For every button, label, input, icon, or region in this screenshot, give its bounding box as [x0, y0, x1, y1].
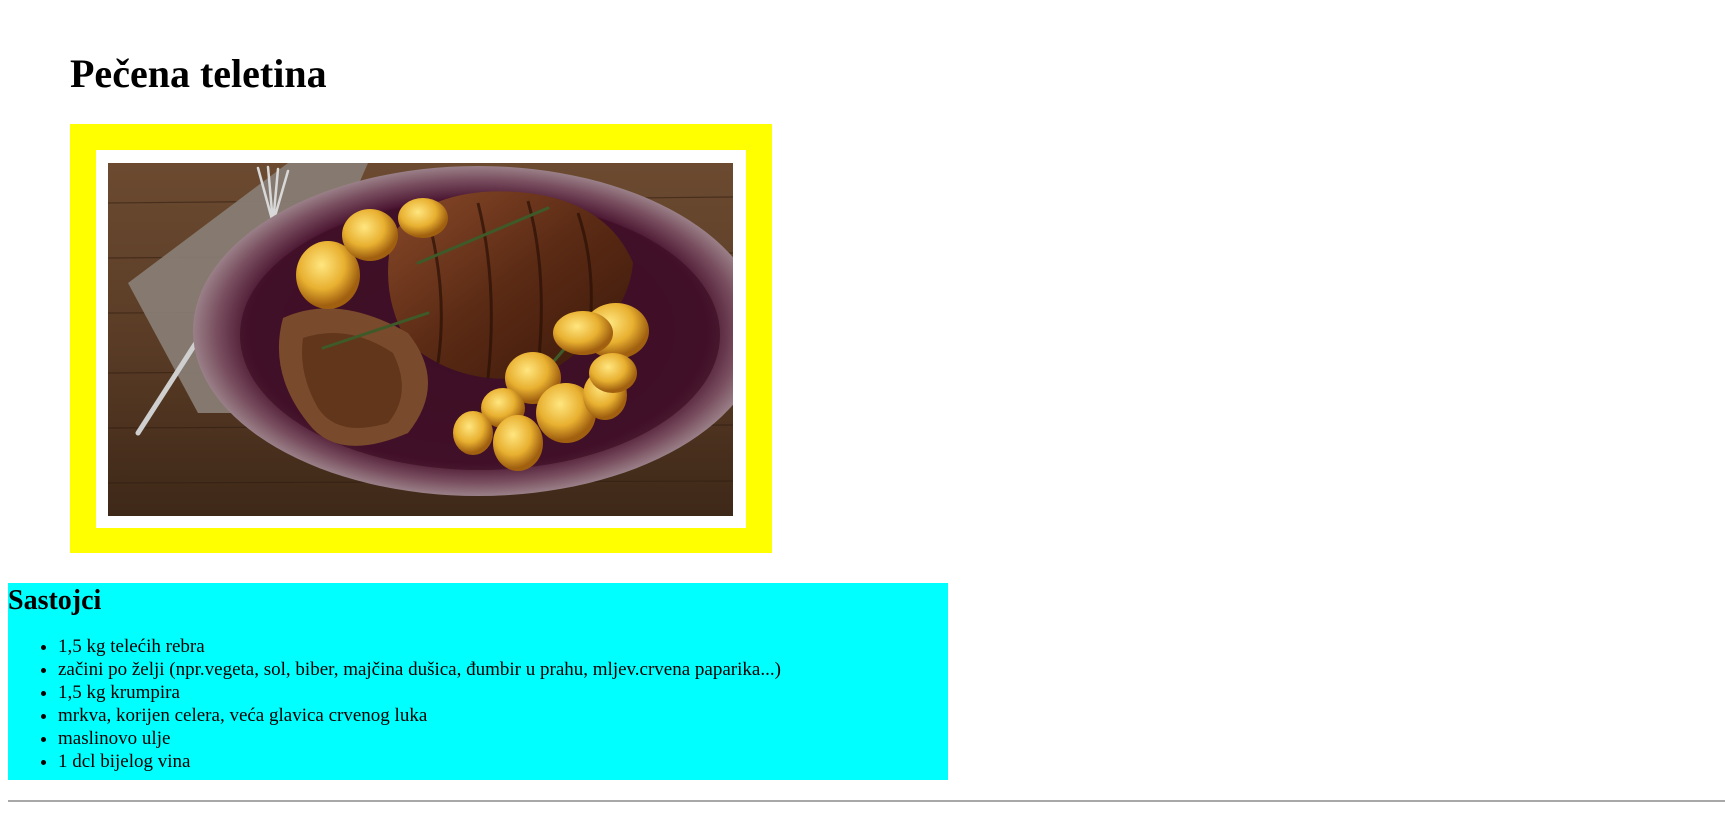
horizontal-divider — [8, 800, 1725, 802]
ingredient-item: 1,5 kg krumpira — [58, 681, 948, 704]
ingredient-item: mrkva, korijen celera, veća glavica crve… — [58, 704, 948, 727]
ingredient-item: 1 dcl bijelog vina — [58, 750, 948, 773]
ingredient-item: maslinovo ulje — [58, 727, 948, 750]
photo-mat — [96, 150, 746, 528]
photo-frame — [70, 124, 772, 553]
page-title: Pečena teletina — [70, 51, 327, 96]
ingredients-section: Sastojci 1,5 kg telećih rebra začini po … — [8, 583, 948, 780]
ingredient-item: 1,5 kg telećih rebra — [58, 635, 948, 658]
ingredient-item: začini po želji (npr.vegeta, sol, biber,… — [58, 658, 948, 681]
ingredients-list: 1,5 kg telećih rebra začini po želji (np… — [8, 635, 948, 773]
ingredients-heading: Sastojci — [8, 585, 102, 616]
roast-veal-photo — [108, 163, 733, 516]
